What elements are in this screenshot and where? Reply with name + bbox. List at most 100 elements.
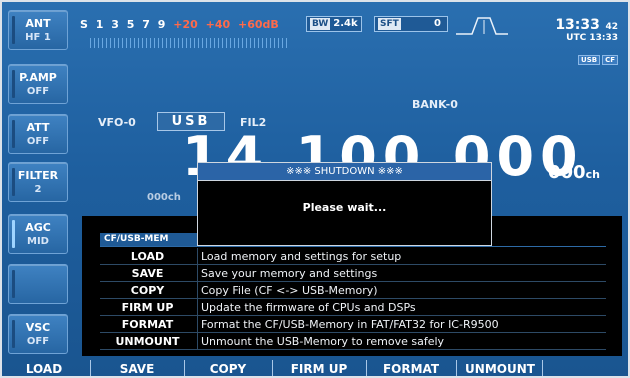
s-meter-segment — [202, 38, 203, 48]
s-meter-segment — [198, 38, 199, 48]
s-meter-segment — [130, 38, 131, 48]
clock-seconds: 42 — [605, 22, 618, 32]
ant-key-title: ANT — [25, 17, 51, 30]
sub-channel-label: 000ch — [147, 192, 181, 203]
menu-row-name: COPY — [130, 284, 165, 297]
sft-value: 0 — [434, 18, 441, 29]
menu-row-desc: Save your memory and settings — [201, 267, 378, 280]
sft-indicator[interactable]: SFT 0 — [374, 16, 448, 32]
s-meter-segment — [278, 38, 279, 48]
blank-key[interactable] — [8, 264, 68, 304]
f6-unmount-button[interactable]: UNMOUNT — [460, 360, 540, 376]
s-meter-tick: 9 — [157, 18, 166, 31]
s-meter-segment — [98, 38, 99, 48]
menu-row-desc: Load memory and settings for setup — [201, 250, 402, 263]
s-meter-tick: 5 — [126, 18, 135, 31]
agc-key-value: MID — [27, 236, 49, 247]
ant-key[interactable]: ANT HF 1 — [8, 10, 68, 50]
s-meter-segment — [182, 38, 183, 48]
s-meter-segment — [122, 38, 123, 48]
passband-icon — [456, 17, 508, 35]
clock: 13:33 42 UTC 13:33 USB CF — [555, 14, 618, 66]
menu-row-desc: Copy File (CF <-> USB-Memory) — [201, 284, 378, 297]
s-meter-segment — [134, 38, 135, 48]
filter-key-value: 2 — [34, 184, 42, 195]
s-meter-segment — [194, 38, 195, 48]
s-meter-segment — [250, 38, 251, 48]
s-meter-segment — [142, 38, 143, 48]
s-meter-segment — [214, 38, 215, 48]
s-meter-segment — [226, 38, 227, 48]
s-meter-segment — [274, 38, 275, 48]
menu-row-load[interactable]: LOAD Load memory and settings for setup — [100, 248, 606, 265]
s-meter-segment — [146, 38, 147, 48]
memory-channel-suffix: ch — [585, 168, 600, 181]
s-meter-segment — [238, 38, 239, 48]
menu-row-unmount[interactable]: UNMOUNT Unmount the USB-Memory to remove… — [100, 333, 606, 350]
menu-row-desc: Unmount the USB-Memory to remove safely — [201, 335, 445, 348]
sft-label: SFT — [378, 18, 401, 30]
s-meter-segment — [222, 38, 223, 48]
s-meter-segment — [218, 38, 219, 48]
s-meter-segment — [246, 38, 247, 48]
f5-format-button[interactable]: FORMAT — [370, 360, 452, 376]
memory-channel-number: 000 — [548, 162, 586, 183]
s-meter-segment — [170, 38, 171, 48]
att-key[interactable]: ATT OFF — [8, 114, 68, 154]
radio-display: ANT HF 1 P.AMP OFF ATT OFF FILTER 2 AGC … — [0, 0, 630, 378]
vsc-key-title: VSC — [25, 321, 51, 334]
s-meter-segment — [270, 38, 271, 48]
vsc-key[interactable]: VSC OFF — [8, 314, 68, 354]
menu-row-desc: Update the firmware of CPUs and DSPs — [201, 301, 416, 314]
s-meter-segment — [110, 38, 111, 48]
s-meter-tick-over: +20 — [173, 18, 198, 31]
dialog-message: Please wait... — [302, 201, 387, 214]
s-meter-segment — [166, 38, 167, 48]
s-meter-tick: 3 — [111, 18, 119, 31]
panel-divider — [100, 246, 606, 247]
s-meter-segment — [158, 38, 159, 48]
s-meter-bar — [90, 38, 290, 48]
s-meter-tick: 7 — [142, 18, 150, 31]
s-meter-segment — [286, 38, 287, 48]
bw-indicator[interactable]: BW 2.4k — [306, 16, 362, 32]
f3-copy-button[interactable]: COPY — [188, 360, 268, 376]
s-meter-segment — [126, 38, 127, 48]
dialog-title: ※※※ SHUTDOWN ※※※ — [198, 163, 491, 181]
s-meter-segment — [94, 38, 95, 48]
clock-time: 13:33 — [555, 17, 600, 33]
function-key-bar: LOAD SAVE COPY FIRM UP FORMAT UNMOUNT — [2, 360, 628, 376]
menu-row-name: SAVE — [131, 267, 164, 280]
s-meter-segment — [210, 38, 211, 48]
menu-row-name: UNMOUNT — [115, 335, 180, 348]
s-meter-segment — [154, 38, 155, 48]
menu-row-name: FORMAT — [121, 318, 174, 331]
s-meter-label: S — [80, 18, 88, 31]
menu-row-copy[interactable]: COPY Copy File (CF <-> USB-Memory) — [100, 282, 606, 299]
bw-label: BW — [310, 18, 331, 30]
clock-utc: UTC 13:33 — [566, 33, 618, 43]
s-meter-segment — [282, 38, 283, 48]
menu-row-save[interactable]: SAVE Save your memory and settings — [100, 265, 606, 282]
f2-save-button[interactable]: SAVE — [94, 360, 180, 376]
usb-media-tag: USB — [578, 55, 601, 65]
s-meter-segment — [186, 38, 187, 48]
filter-key[interactable]: FILTER 2 — [8, 162, 68, 202]
s-meter-segment — [254, 38, 255, 48]
menu-row-firmup[interactable]: FIRM UP Update the firmware of CPUs and … — [100, 299, 606, 316]
s-meter-segment — [242, 38, 243, 48]
agc-key[interactable]: AGC MID — [8, 214, 68, 254]
s-meter-segment — [150, 38, 151, 48]
preamp-key[interactable]: P.AMP OFF — [8, 64, 68, 104]
preamp-key-title: P.AMP — [19, 71, 57, 84]
s-meter-segment — [178, 38, 179, 48]
s-meter-tick: 1 — [95, 18, 104, 31]
f4-firmup-button[interactable]: FIRM UP — [276, 360, 362, 376]
agc-key-title: AGC — [25, 221, 51, 234]
shutdown-dialog: ※※※ SHUTDOWN ※※※ Please wait... — [197, 162, 492, 246]
filter-key-title: FILTER — [17, 169, 59, 182]
s-meter-segment — [106, 38, 107, 48]
f1-load-button[interactable]: LOAD — [2, 360, 86, 376]
s-meter-segment — [266, 38, 267, 48]
menu-row-format[interactable]: FORMAT Format the CF/USB-Memory in FAT/F… — [100, 316, 606, 333]
